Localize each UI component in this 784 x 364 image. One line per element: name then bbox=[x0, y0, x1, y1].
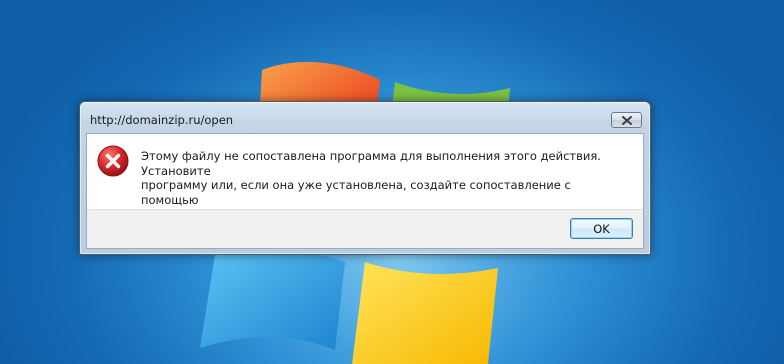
dialog-title: http://domainzip.ru/open bbox=[90, 113, 234, 127]
dialog-titlebar[interactable]: http://domainzip.ru/open bbox=[80, 102, 650, 130]
button-bar: OK bbox=[87, 209, 643, 248]
close-button[interactable] bbox=[611, 112, 642, 128]
error-icon bbox=[97, 145, 129, 177]
dialog-client-area: Этому файлу не сопоставлена программа дл… bbox=[86, 133, 644, 249]
close-icon bbox=[621, 115, 632, 125]
message-area: Этому файлу не сопоставлена программа дл… bbox=[87, 134, 643, 221]
ok-button[interactable]: OK bbox=[570, 218, 633, 239]
error-dialog: http://domainzip.ru/open Этому файлу не … bbox=[79, 101, 651, 255]
